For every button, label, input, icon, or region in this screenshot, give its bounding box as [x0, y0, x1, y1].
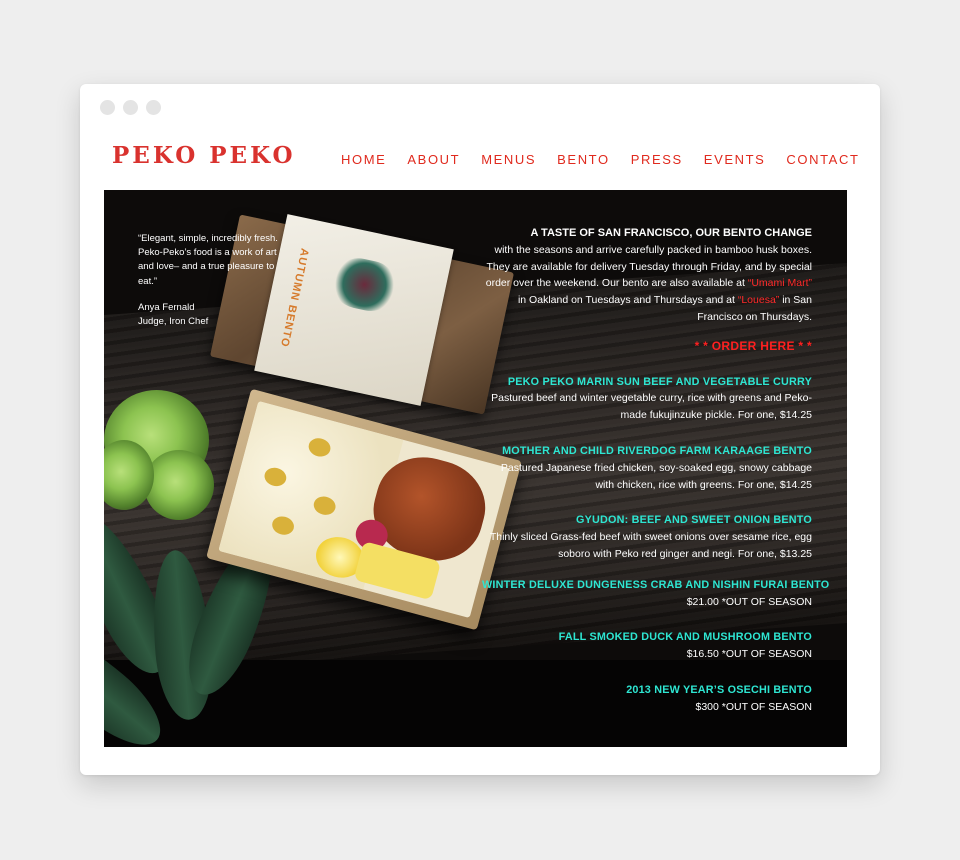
- menu-item-desc: $300 *OUT OF SEASON: [695, 700, 812, 713]
- close-dot[interactable]: [100, 100, 115, 115]
- seal-icon: [329, 253, 400, 316]
- nav-bento[interactable]: BENTO: [557, 152, 610, 167]
- nav-events[interactable]: EVENTS: [704, 152, 766, 167]
- menu-item-name: PEKO PEKO MARIN SUN BEEF AND VEGETABLE C…: [507, 375, 812, 388]
- intro-lead: A TASTE OF SAN FRANCISCO, OUR BENTO CHAN…: [530, 227, 812, 239]
- menu-item-desc: Pastured Japanese fried chicken, soy-soa…: [500, 461, 812, 491]
- menu-item-desc: Thinly sliced Grass-fed beef with sweet …: [489, 531, 812, 560]
- menu-item-desc: $21.00 *OUT OF SEASON: [686, 595, 812, 608]
- menu-item-name: GYUDON: BEEF AND SWEET ONION BENTO: [576, 514, 812, 527]
- testimonial-author: Anya Fernald: [138, 301, 195, 313]
- hero-section: AUTUMN BENTO “Elegant, simple, incredibl…: [104, 190, 847, 747]
- nav-press[interactable]: PRESS: [631, 152, 683, 167]
- menu-item: WINTER DELUXE DUNGENESS CRAB AND NISHIN …: [482, 577, 830, 611]
- intro-paragraph: A TASTE OF SAN FRANCISCO, OUR BENTO CHAN…: [485, 227, 812, 323]
- menu-item: PEKO PEKO MARIN SUN BEEF AND VEGETABLE C…: [482, 374, 812, 424]
- nav-contact[interactable]: CONTACT: [786, 152, 859, 167]
- louesa-link[interactable]: “Louesa”: [738, 294, 779, 306]
- menu-item-name: 2013 NEW YEAR’S OSECHI BENTO: [626, 683, 812, 696]
- menu-item: 2013 NEW YEAR’S OSECHI BENTO $300 *OUT O…: [482, 682, 812, 716]
- menu-item-desc: Pastured beef and winter vegetable curry…: [491, 392, 812, 422]
- maximize-dot[interactable]: [146, 100, 161, 115]
- menu-item-name: FALL SMOKED DUCK AND MUSHROOM BENTO: [558, 631, 812, 644]
- menu-item-name: MOTHER AND CHILD RIVERDOG FARM KARAAGE B…: [502, 444, 812, 457]
- bento-content: A TASTE OF SAN FRANCISCO, OUR BENTO CHAN…: [482, 225, 830, 716]
- testimonial: “Elegant, simple, incredibly fresh. Peko…: [138, 232, 283, 329]
- minimize-dot[interactable]: [123, 100, 138, 115]
- nav-home[interactable]: HOME: [341, 152, 386, 167]
- testimonial-text: “Elegant, simple, incredibly fresh. Peko…: [138, 233, 278, 287]
- nav-about[interactable]: ABOUT: [407, 152, 460, 167]
- menu-item: GYUDON: BEEF AND SWEET ONION BENTO Thinl…: [482, 512, 812, 562]
- umami-mart-link[interactable]: “Umami Mart”: [748, 277, 812, 289]
- testimonial-role: Judge, Iron Chef: [138, 316, 209, 328]
- menu-item: MOTHER AND CHILD RIVERDOG FARM KARAAGE B…: [482, 443, 812, 493]
- window-controls: [100, 100, 161, 115]
- menu-item-name: WINTER DELUXE DUNGENESS CRAB AND NISHIN …: [482, 578, 830, 591]
- menu-item-desc: $16.50 *OUT OF SEASON: [686, 648, 812, 661]
- site-logo[interactable]: PEKO PEKO: [112, 142, 295, 169]
- order-here-link[interactable]: * * ORDER HERE * *: [482, 338, 812, 355]
- bento-box-label: AUTUMN BENTO: [254, 214, 454, 406]
- nav-menus[interactable]: MENUS: [481, 152, 536, 167]
- main-nav: HOME ABOUT MENUS BENTO PRESS EVENTS CONT…: [341, 152, 860, 167]
- menu-item: FALL SMOKED DUCK AND MUSHROOM BENTO $16.…: [482, 629, 812, 663]
- browser-window: PEKO PEKO HOME ABOUT MENUS BENTO PRESS E…: [80, 84, 880, 775]
